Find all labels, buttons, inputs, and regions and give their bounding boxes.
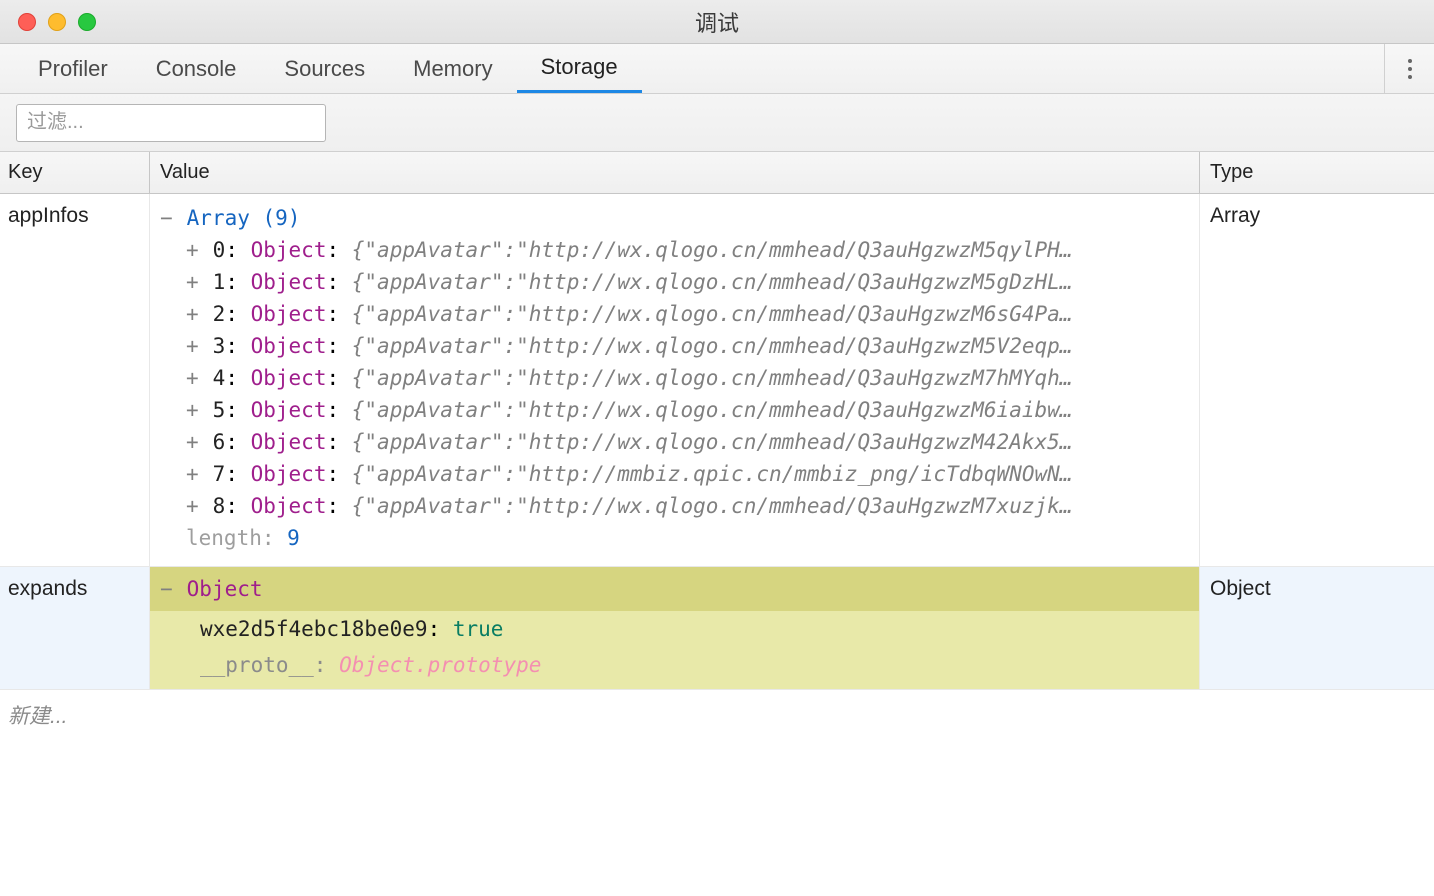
filter-input[interactable] — [16, 104, 326, 142]
tree-node-item[interactable]: + 0: Object: {"appAvatar":"http://wx.qlo… — [186, 234, 1189, 266]
tree-node-item[interactable]: + 1: Object: {"appAvatar":"http://wx.qlo… — [186, 266, 1189, 298]
table-row[interactable]: appInfos − Array (9) + 0: Object: {"appA… — [0, 194, 1434, 567]
table-header: Key Value Type — [0, 152, 1434, 194]
expand-icon[interactable]: + — [186, 298, 200, 330]
tree-node-object[interactable]: − Object — [150, 567, 1199, 611]
object-proto[interactable]: __proto__: Object.prototype — [200, 649, 1189, 681]
tab-profiler[interactable]: Profiler — [14, 44, 132, 93]
tree-node-item[interactable]: + 6: Object: {"appAvatar":"http://wx.qlo… — [186, 426, 1189, 458]
tree-node-item[interactable]: + 2: Object: {"appAvatar":"http://wx.qlo… — [186, 298, 1189, 330]
window-title: 调试 — [0, 6, 1434, 38]
storage-table-body: appInfos − Array (9) + 0: Object: {"appA… — [0, 194, 1434, 896]
type-cell: Array — [1200, 194, 1434, 566]
expand-icon[interactable]: + — [186, 234, 200, 266]
titlebar: 调试 — [0, 0, 1434, 44]
tree-node-item[interactable]: + 4: Object: {"appAvatar":"http://wx.qlo… — [186, 362, 1189, 394]
devtools-tabs: Profiler Console Sources Memory Storage — [0, 44, 1434, 94]
object-property[interactable]: wxe2d5f4ebc18be0e9: true — [200, 613, 1189, 645]
array-length: length: 9 — [186, 522, 1189, 554]
table-row[interactable]: expands − Object wxe2d5f4ebc18be0e9: tru… — [0, 567, 1434, 690]
expand-icon[interactable]: + — [186, 266, 200, 298]
tree-node-item[interactable]: + 8: Object: {"appAvatar":"http://wx.qlo… — [186, 490, 1189, 522]
object-token: Object — [187, 577, 263, 601]
key-cell: expands — [0, 567, 150, 689]
collapse-icon[interactable]: − — [160, 202, 174, 234]
expand-icon[interactable]: + — [186, 394, 200, 426]
more-menu-button[interactable] — [1384, 44, 1434, 93]
expand-icon[interactable]: + — [186, 426, 200, 458]
column-header-value[interactable]: Value — [150, 152, 1200, 193]
tree-node-item[interactable]: + 5: Object: {"appAvatar":"http://wx.qlo… — [186, 394, 1189, 426]
expand-icon[interactable]: + — [186, 490, 200, 522]
value-cell: − Array (9) + 0: Object: {"appAvatar":"h… — [150, 194, 1200, 566]
tree-node-item[interactable]: + 3: Object: {"appAvatar":"http://wx.qlo… — [186, 330, 1189, 362]
tab-storage[interactable]: Storage — [517, 44, 642, 93]
tree-node-array[interactable]: − Array (9) — [160, 202, 1189, 234]
column-header-type[interactable]: Type — [1200, 152, 1434, 193]
value-cell: − Object wxe2d5f4ebc18be0e9: true __prot… — [150, 567, 1200, 689]
expand-icon[interactable]: + — [186, 458, 200, 490]
tab-memory[interactable]: Memory — [389, 44, 516, 93]
key-cell: appInfos — [0, 194, 150, 566]
collapse-icon[interactable]: − — [160, 573, 174, 605]
type-cell: Object — [1200, 567, 1434, 689]
column-header-key[interactable]: Key — [0, 152, 150, 193]
filter-bar — [0, 94, 1434, 152]
expand-icon[interactable]: + — [186, 330, 200, 362]
tab-console[interactable]: Console — [132, 44, 261, 93]
new-entry-row[interactable]: 新建... — [0, 690, 1434, 740]
tab-sources[interactable]: Sources — [260, 44, 389, 93]
tree-node-item[interactable]: + 7: Object: {"appAvatar":"http://mmbiz.… — [186, 458, 1189, 490]
expand-icon[interactable]: + — [186, 362, 200, 394]
array-header: Array (9) — [187, 206, 301, 230]
more-icon — [1408, 67, 1412, 71]
